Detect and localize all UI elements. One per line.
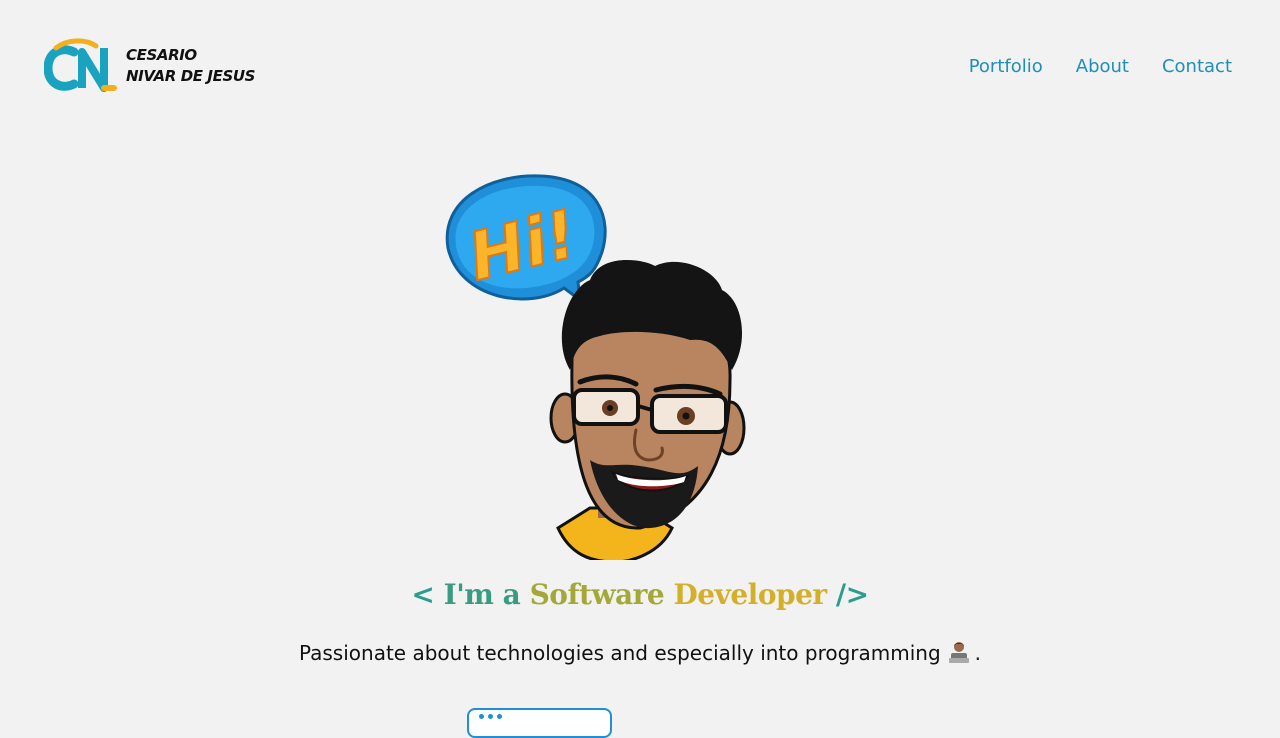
- tagline-developer: Developer: [673, 578, 828, 611]
- nav-link-portfolio[interactable]: Portfolio: [969, 56, 1043, 77]
- nav-link-contact[interactable]: Contact: [1162, 56, 1232, 77]
- logo-text: CESARIO NIVAR DE JESUS: [126, 45, 255, 87]
- logo-line-1: CESARIO: [126, 46, 197, 64]
- nav-link-about[interactable]: About: [1076, 56, 1129, 77]
- hero-subtitle: Passionate about technologies and especi…: [0, 640, 1280, 665]
- logo-line-2: NIVAR DE JESUS: [126, 67, 256, 85]
- logo-mark-icon: [44, 38, 117, 92]
- tagline-close-bracket: />: [835, 578, 869, 611]
- site-logo[interactable]: CESARIO NIVAR DE JESUS: [44, 38, 255, 94]
- subtitle-period: .: [974, 641, 982, 665]
- hi-speech-bubble: Hi!: [445, 174, 607, 304]
- avatar-image: Hi!: [445, 174, 746, 560]
- hero-tagline: < I'm a Software Developer />: [0, 578, 1280, 611]
- window-dots-icon: [479, 714, 502, 719]
- tagline-software: Software: [529, 578, 665, 611]
- tagline-im-a: I'm a: [443, 578, 521, 611]
- tagline-open-bracket: <: [411, 578, 435, 611]
- main-nav: Portfolio About Contact: [969, 56, 1232, 77]
- subtitle-text: Passionate about technologies and especi…: [298, 641, 941, 665]
- technologist-emoji-icon: [948, 642, 969, 663]
- site-header: CESARIO NIVAR DE JESUS Portfolio About C…: [0, 0, 1280, 140]
- cta-button[interactable]: [467, 708, 612, 738]
